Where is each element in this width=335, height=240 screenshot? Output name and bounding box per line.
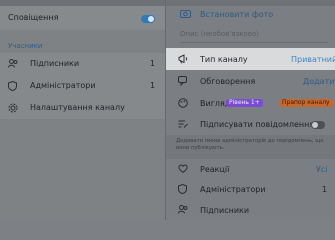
megaphone-icon xyxy=(178,54,189,67)
notifications-row[interactable]: Сповіщення xyxy=(0,6,166,30)
section-participants-header: Учасники xyxy=(8,42,43,50)
heart-icon xyxy=(178,164,188,176)
participants-list: Підписники 1 Адміністратори 1 Налаштуван… xyxy=(0,53,166,119)
notifications-label: Сповіщення xyxy=(8,13,59,22)
admins-count-right: 1 xyxy=(322,185,328,194)
channel-type-label: Тип каналу xyxy=(200,55,248,64)
users-icon xyxy=(178,205,188,217)
reactions-label: Реакції xyxy=(200,165,230,174)
description-underline xyxy=(180,42,328,43)
shield-icon xyxy=(8,80,17,94)
reactions-value: Усі xyxy=(316,165,328,174)
sign-messages-label: Підписувати повідомлення xyxy=(200,120,315,129)
users-icon xyxy=(8,59,18,71)
subscribers-count: 1 xyxy=(150,59,156,68)
level-badge: Рівень 1+ xyxy=(226,99,263,107)
channel-type-value: Приватний xyxy=(291,55,335,64)
description-input[interactable]: Опис (необов'язково) xyxy=(180,30,259,38)
subscribers-label-right: Підписники xyxy=(200,206,250,215)
channel-type-row[interactable]: Тип каналу Приватний xyxy=(166,48,335,70)
sign-hint-block: Додавати імена адміністраторів до повідо… xyxy=(166,135,335,159)
camera-icon xyxy=(180,9,191,21)
channel-settings-label: Налаштування каналу xyxy=(30,103,125,112)
shield-icon xyxy=(178,183,187,197)
sidebar-item-subscribers[interactable]: Підписники 1 xyxy=(0,53,166,74)
palette-icon xyxy=(178,98,188,111)
sign-messages-row[interactable]: Підписувати повідомлення xyxy=(166,114,335,134)
signature-icon xyxy=(178,119,189,132)
chat-icon xyxy=(178,76,189,89)
sign-messages-toggle[interactable] xyxy=(311,121,325,129)
appearance-row[interactable]: Вигляд Рівень 1+ Прапор каналу xyxy=(166,92,335,114)
admins-row[interactable]: Адміністратори 1 xyxy=(166,179,335,199)
channel-info-panel: Сповіщення Учасники Підписники 1 Адмініс… xyxy=(0,0,166,220)
channel-flag-badge: Прапор каналу xyxy=(279,99,333,107)
channel-edit-panel: Встановити фото Опис (необов'язково) Тип… xyxy=(166,0,335,220)
set-photo-row[interactable]: Встановити фото xyxy=(166,6,335,24)
admins-count: 1 xyxy=(150,81,156,90)
sidebar-item-channel-settings[interactable]: Налаштування каналу xyxy=(0,97,166,118)
settings-icon xyxy=(8,103,18,116)
discussion-label: Обговорення xyxy=(200,77,256,86)
sign-hint-text: Додавати імена адміністраторів до повідо… xyxy=(176,138,324,151)
subscribers-label: Підписники xyxy=(30,59,80,68)
admins-label-right: Адміністратори xyxy=(200,185,266,194)
admins-label: Адміністратори xyxy=(30,81,96,90)
set-photo-link: Встановити фото xyxy=(200,10,274,19)
reactions-row[interactable]: Реакції Усі xyxy=(166,159,335,179)
discussion-row[interactable]: Обговорення Додати xyxy=(166,70,335,92)
subscribers-row[interactable]: Підписники xyxy=(166,199,335,220)
notifications-toggle[interactable] xyxy=(141,15,155,23)
sidebar-item-admins[interactable]: Адміністратори 1 xyxy=(0,75,166,96)
discussion-value: Додати xyxy=(303,77,335,86)
